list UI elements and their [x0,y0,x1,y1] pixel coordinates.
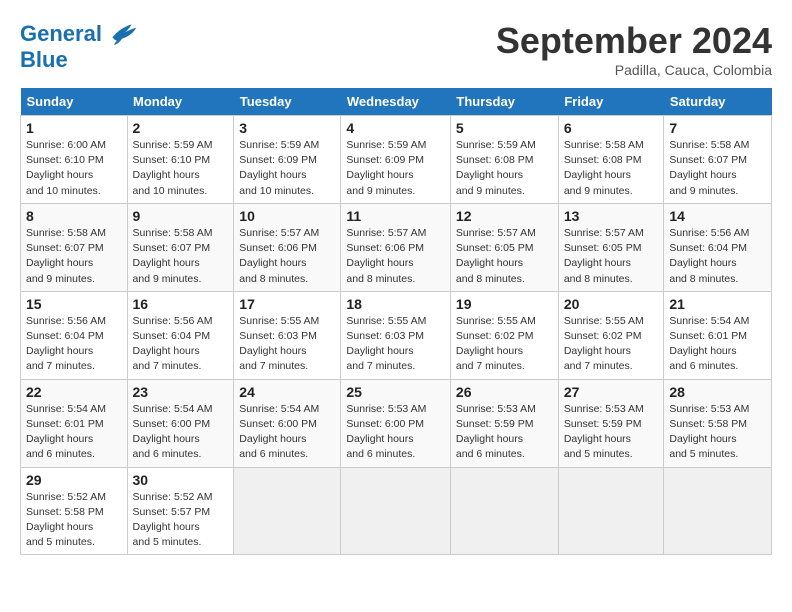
table-row: 23 Sunrise: 5:54 AMSunset: 6:00 PMDaylig… [127,379,234,467]
table-row: 5 Sunrise: 5:59 AMSunset: 6:08 PMDayligh… [450,116,558,204]
col-monday: Monday [127,88,234,116]
title-block: September 2024 Padilla, Cauca, Colombia [496,20,772,78]
logo-text: General [20,22,102,46]
table-row: 2 Sunrise: 5:59 AMSunset: 6:10 PMDayligh… [127,116,234,204]
logo-bird-icon [106,20,138,48]
table-row: 4 Sunrise: 5:59 AMSunset: 6:09 PMDayligh… [341,116,451,204]
table-row: 19 Sunrise: 5:55 AMSunset: 6:02 PMDaylig… [450,291,558,379]
table-row: 29 Sunrise: 5:52 AMSunset: 5:58 PMDaylig… [21,467,128,555]
table-row: 16 Sunrise: 5:56 AMSunset: 6:04 PMDaylig… [127,291,234,379]
empty-cell [341,467,451,555]
calendar-week-3: 15 Sunrise: 5:56 AMSunset: 6:04 PMDaylig… [21,291,772,379]
calendar-week-2: 8 Sunrise: 5:58 AMSunset: 6:07 PMDayligh… [21,203,772,291]
month-title: September 2024 [496,20,772,62]
col-tuesday: Tuesday [234,88,341,116]
table-row: 3 Sunrise: 5:59 AMSunset: 6:09 PMDayligh… [234,116,341,204]
col-thursday: Thursday [450,88,558,116]
col-wednesday: Wednesday [341,88,451,116]
col-saturday: Saturday [664,88,772,116]
table-row: 1 Sunrise: 6:00 AMSunset: 6:10 PMDayligh… [21,116,128,204]
col-sunday: Sunday [21,88,128,116]
table-row: 22 Sunrise: 5:54 AMSunset: 6:01 PMDaylig… [21,379,128,467]
table-row: 27 Sunrise: 5:53 AMSunset: 5:59 PMDaylig… [558,379,664,467]
calendar-header-row: Sunday Monday Tuesday Wednesday Thursday… [21,88,772,116]
empty-cell [558,467,664,555]
logo: General Blue [20,20,138,72]
table-row: 20 Sunrise: 5:55 AMSunset: 6:02 PMDaylig… [558,291,664,379]
empty-cell [450,467,558,555]
table-row: 11 Sunrise: 5:57 AMSunset: 6:06 PMDaylig… [341,203,451,291]
table-row: 15 Sunrise: 5:56 AMSunset: 6:04 PMDaylig… [21,291,128,379]
calendar-table: Sunday Monday Tuesday Wednesday Thursday… [20,88,772,555]
table-row: 12 Sunrise: 5:57 AMSunset: 6:05 PMDaylig… [450,203,558,291]
calendar-week-5: 29 Sunrise: 5:52 AMSunset: 5:58 PMDaylig… [21,467,772,555]
table-row: 18 Sunrise: 5:55 AMSunset: 6:03 PMDaylig… [341,291,451,379]
table-row: 17 Sunrise: 5:55 AMSunset: 6:03 PMDaylig… [234,291,341,379]
logo-text-blue: Blue [20,48,138,72]
table-row: 28 Sunrise: 5:53 AMSunset: 5:58 PMDaylig… [664,379,772,467]
table-row: 8 Sunrise: 5:58 AMSunset: 6:07 PMDayligh… [21,203,128,291]
calendar-week-1: 1 Sunrise: 6:00 AMSunset: 6:10 PMDayligh… [21,116,772,204]
table-row: 13 Sunrise: 5:57 AMSunset: 6:05 PMDaylig… [558,203,664,291]
table-row: 25 Sunrise: 5:53 AMSunset: 6:00 PMDaylig… [341,379,451,467]
table-row: 9 Sunrise: 5:58 AMSunset: 6:07 PMDayligh… [127,203,234,291]
empty-cell [664,467,772,555]
table-row: 6 Sunrise: 5:58 AMSunset: 6:08 PMDayligh… [558,116,664,204]
table-row: 26 Sunrise: 5:53 AMSunset: 5:59 PMDaylig… [450,379,558,467]
table-row: 30 Sunrise: 5:52 AMSunset: 5:57 PMDaylig… [127,467,234,555]
col-friday: Friday [558,88,664,116]
page-header: General Blue September 2024 Padilla, Cau… [20,20,772,78]
table-row: 14 Sunrise: 5:56 AMSunset: 6:04 PMDaylig… [664,203,772,291]
empty-cell [234,467,341,555]
table-row: 7 Sunrise: 5:58 AMSunset: 6:07 PMDayligh… [664,116,772,204]
table-row: 21 Sunrise: 5:54 AMSunset: 6:01 PMDaylig… [664,291,772,379]
table-row: 10 Sunrise: 5:57 AMSunset: 6:06 PMDaylig… [234,203,341,291]
location-subtitle: Padilla, Cauca, Colombia [496,62,772,78]
calendar-week-4: 22 Sunrise: 5:54 AMSunset: 6:01 PMDaylig… [21,379,772,467]
table-row: 24 Sunrise: 5:54 AMSunset: 6:00 PMDaylig… [234,379,341,467]
